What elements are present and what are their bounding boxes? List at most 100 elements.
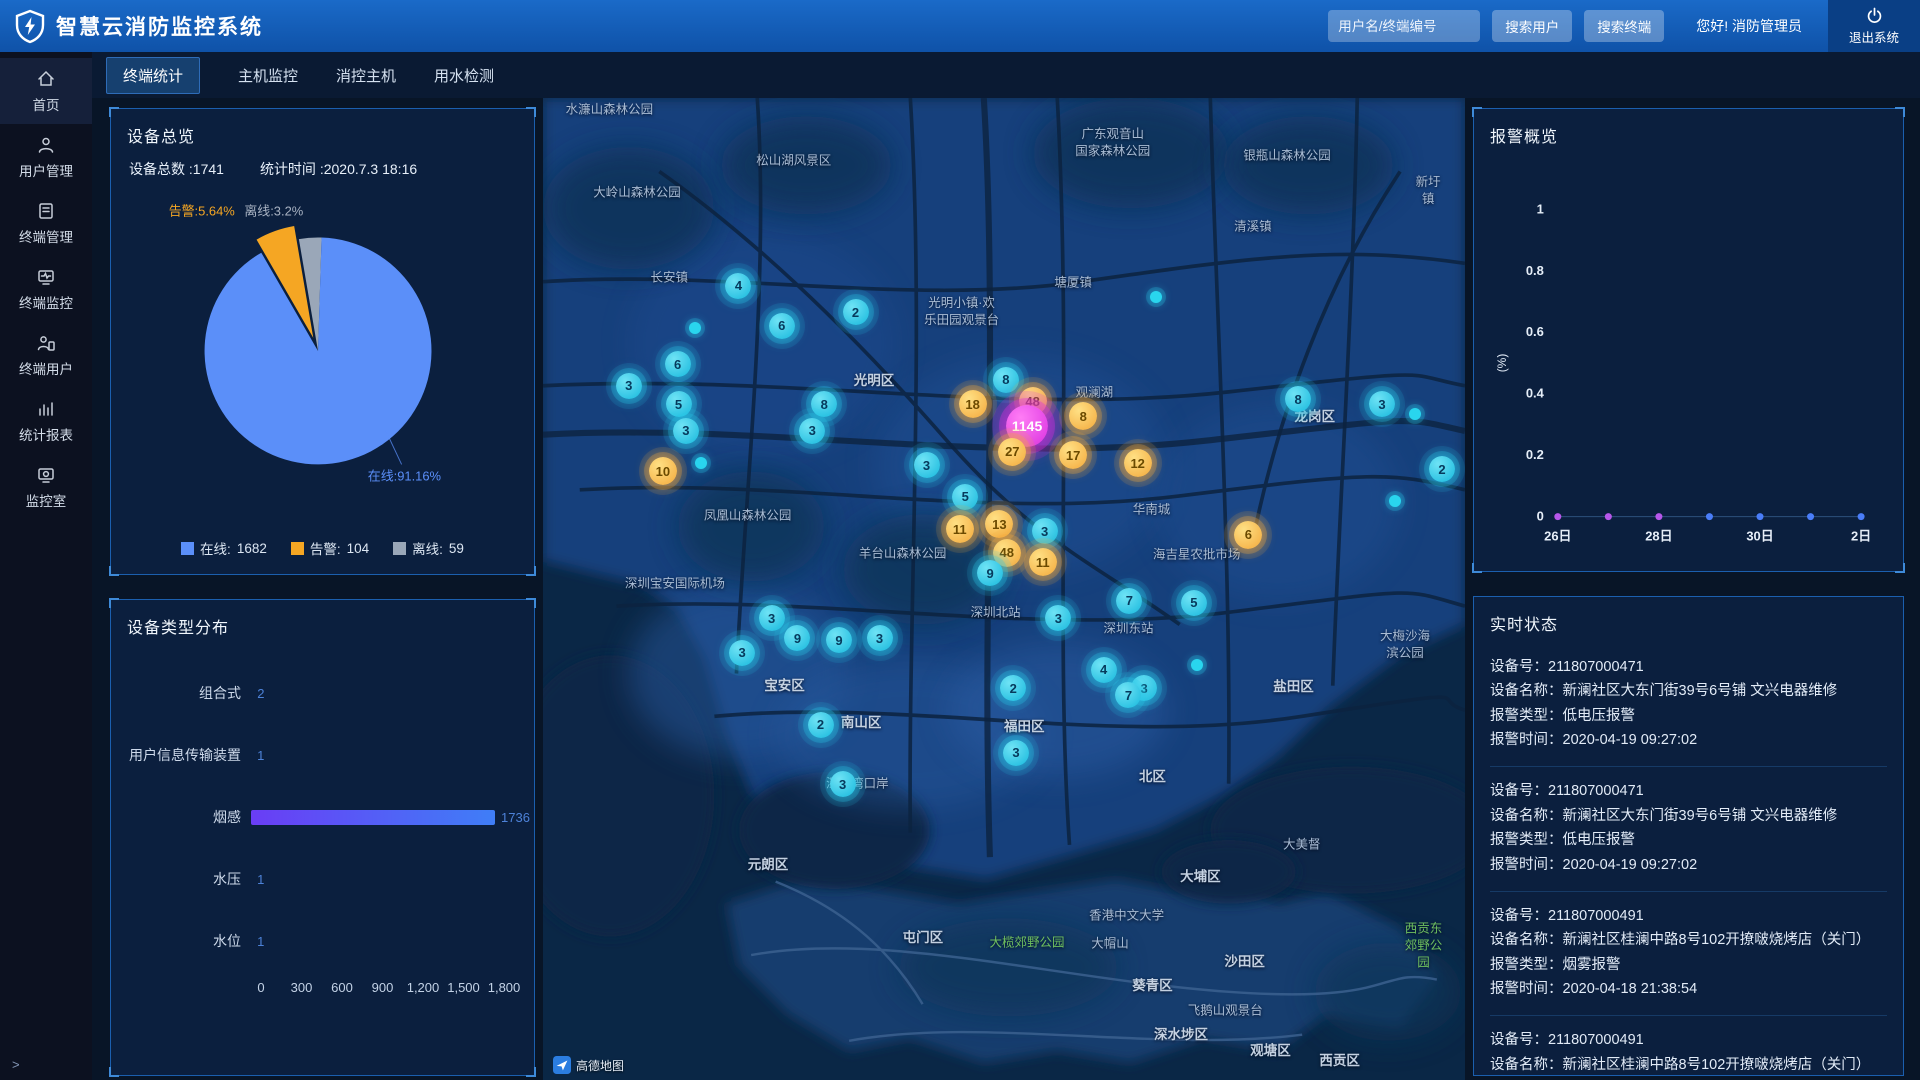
map-cluster-marker[interactable]: 18 [959, 390, 987, 418]
map-cluster-marker[interactable]: 7 [1116, 588, 1142, 614]
legend-alarm[interactable]: 告警:104 [291, 538, 369, 558]
map-cluster-marker[interactable] [689, 322, 701, 334]
map-cluster-marker[interactable]: 8 [1285, 386, 1311, 412]
tab-fire-host[interactable]: 消控主机 [336, 65, 396, 86]
bar-track: 2 [251, 686, 504, 701]
sidebar-item-user-management[interactable]: 用户管理 [0, 124, 92, 190]
bar-row: 水位1 [123, 910, 504, 972]
svg-text:2日: 2日 [1851, 529, 1871, 544]
map-cluster-marker[interactable]: 3 [1032, 518, 1058, 544]
map-cluster-marker[interactable]: 6 [665, 351, 691, 377]
map-cluster-marker[interactable]: 2 [808, 712, 834, 738]
legend-online[interactable]: 在线:1682 [181, 538, 267, 558]
map-cluster-marker[interactable]: 2 [1429, 456, 1455, 482]
device-type-bar-chart: 组合式2用户信息传输装置1烟感1736水压1水位103006009001,200… [111, 644, 534, 1002]
panel-corner [526, 566, 536, 576]
sidebar-item-control-room[interactable]: 监控室 [0, 454, 92, 520]
bar-value-label: 1736 [501, 810, 530, 825]
amap-logo-icon [553, 1056, 571, 1074]
panel-corner [526, 1067, 536, 1077]
logout-button[interactable]: 退出系统 [1828, 0, 1920, 52]
bar-track: 1 [251, 872, 504, 887]
map-cluster-marker[interactable]: 17 [1059, 441, 1087, 469]
map-cluster-marker[interactable]: 3 [799, 418, 825, 444]
map-cluster-marker[interactable]: 2 [1000, 675, 1026, 701]
map-cluster-marker[interactable]: 8 [1069, 402, 1097, 430]
map-cluster-marker[interactable]: 9 [826, 627, 852, 653]
map-cluster-marker[interactable]: 4 [725, 273, 751, 299]
map-cluster-marker[interactable]: 2 [843, 299, 869, 325]
map-cluster-marker[interactable]: 3 [759, 605, 785, 631]
control-room-icon [36, 465, 56, 485]
panel-corner [1895, 563, 1905, 573]
bar-value-label: 2 [257, 686, 264, 701]
tab-bar: 终端统计 主机监控 消控主机 用水检测 [92, 52, 1920, 98]
alarm-entry[interactable]: 设备号：211807000471设备名称：新澜社区大东门街39号6号铺 文兴电器… [1490, 767, 1887, 891]
map-cluster-marker[interactable]: 8 [993, 367, 1019, 393]
map-cluster-marker[interactable]: 4 [1091, 657, 1117, 683]
tab-terminal-stats[interactable]: 终端统计 [106, 57, 200, 94]
map-cluster-marker[interactable]: 3 [1369, 391, 1395, 417]
sidebar-item-reports[interactable]: 统计报表 [0, 388, 92, 454]
map-cluster-marker[interactable]: 7 [1115, 682, 1141, 708]
map-cluster-marker[interactable] [1191, 659, 1203, 671]
tab-water-detect[interactable]: 用水检测 [434, 65, 494, 86]
map-cluster-marker[interactable]: 3 [830, 771, 856, 797]
alarm-field: 报警时间：2020-04-19 09:27:02 [1490, 853, 1887, 877]
map-cluster-marker[interactable]: 6 [769, 313, 795, 339]
search-terminal-button[interactable]: 搜索终端 [1584, 10, 1664, 42]
alarm-entry[interactable]: 设备号：211807000471设备名称：新澜社区大东门街39号6号铺 文兴电器… [1490, 643, 1887, 767]
map-cluster-marker[interactable] [1389, 495, 1401, 507]
sidebar-item-home[interactable]: 首页 [0, 58, 92, 124]
map-canvas[interactable]: 水濂山森林公园松山湖风景区广东观音山 国家森林公园银瓶山森林公园大岭山森林公园新… [543, 98, 1465, 1080]
map-cluster-marker[interactable]: 3 [1045, 605, 1071, 631]
map-cluster-marker[interactable] [695, 457, 707, 469]
panel-corner [526, 598, 536, 608]
right-column: 报警概览 00.20.40.60.81(%)26日28日30日2日 实时状态 设… [1465, 98, 1920, 1080]
map-cluster-marker[interactable]: 3 [729, 640, 755, 666]
map-cluster-marker[interactable]: 5 [666, 391, 692, 417]
map-cluster-marker[interactable]: 3 [867, 625, 893, 651]
axis-tick-label: 900 [372, 980, 394, 995]
terminal-user-icon [36, 333, 56, 353]
sidebar-item-label: 终端用户 [19, 358, 73, 378]
search-user-button[interactable]: 搜索用户 [1492, 10, 1572, 42]
map-cluster-marker[interactable]: 6 [1234, 521, 1262, 549]
alarm-entry[interactable]: 设备号：211807000491设备名称：新澜社区桂澜中路8号102开撩啵烧烤店… [1490, 1016, 1887, 1075]
svg-text:26日: 26日 [1544, 529, 1571, 544]
map-cluster-marker[interactable]: 5 [1181, 590, 1207, 616]
map-cluster-marker[interactable]: 5 [952, 484, 978, 510]
panel-corner [1895, 596, 1904, 605]
map-cluster-marker[interactable]: 3 [914, 452, 940, 478]
alarm-field: 报警类型：低电压报警 [1490, 704, 1887, 728]
alarm-entry[interactable]: 设备号：211807000491设备名称：新澜社区桂澜中路8号102开撩啵烧烤店… [1490, 892, 1887, 1016]
map-cluster-marker[interactable]: 3 [1003, 740, 1029, 766]
map-cluster-marker[interactable]: 9 [784, 625, 810, 651]
map-cluster-marker[interactable]: 9 [977, 560, 1003, 586]
map-cluster-marker[interactable]: 3 [673, 418, 699, 444]
sidebar-item-terminal-monitor[interactable]: 终端监控 [0, 256, 92, 322]
svg-text:0.4: 0.4 [1526, 386, 1545, 401]
legend-offline[interactable]: 离线:59 [393, 538, 464, 558]
map-cluster-marker[interactable]: 10 [649, 457, 677, 485]
tab-host-monitor[interactable]: 主机监控 [238, 65, 298, 86]
sidebar-item-terminal-user[interactable]: 终端用户 [0, 322, 92, 388]
map-cluster-marker[interactable] [1150, 291, 1162, 303]
map-cluster-marker[interactable]: 8 [811, 391, 837, 417]
alarm-field: 设备名称：新澜社区桂澜中路8号102开撩啵烧烤店（关门） [1490, 928, 1887, 952]
map-cluster-marker[interactable]: 11 [946, 515, 974, 543]
panel-title: 实时状态 [1474, 597, 1903, 641]
panel-corner [109, 1067, 119, 1077]
map-attribution: 高德地图 [553, 1056, 624, 1074]
map-cluster-marker[interactable]: 13 [985, 510, 1013, 538]
sidebar-collapse-handle[interactable]: > [12, 1057, 20, 1072]
map-cluster-marker[interactable] [1409, 408, 1421, 420]
sidebar-item-terminal-management[interactable]: 终端管理 [0, 190, 92, 256]
search-input[interactable] [1328, 10, 1480, 42]
map-cluster-marker[interactable]: 27 [998, 438, 1026, 466]
bar-category-label: 烟感 [123, 807, 251, 827]
map-cluster-marker[interactable]: 12 [1124, 449, 1152, 477]
map-cluster-marker[interactable]: 3 [616, 373, 642, 399]
bar-value-label: 1 [257, 872, 264, 887]
map-cluster-marker[interactable]: 11 [1029, 548, 1057, 576]
